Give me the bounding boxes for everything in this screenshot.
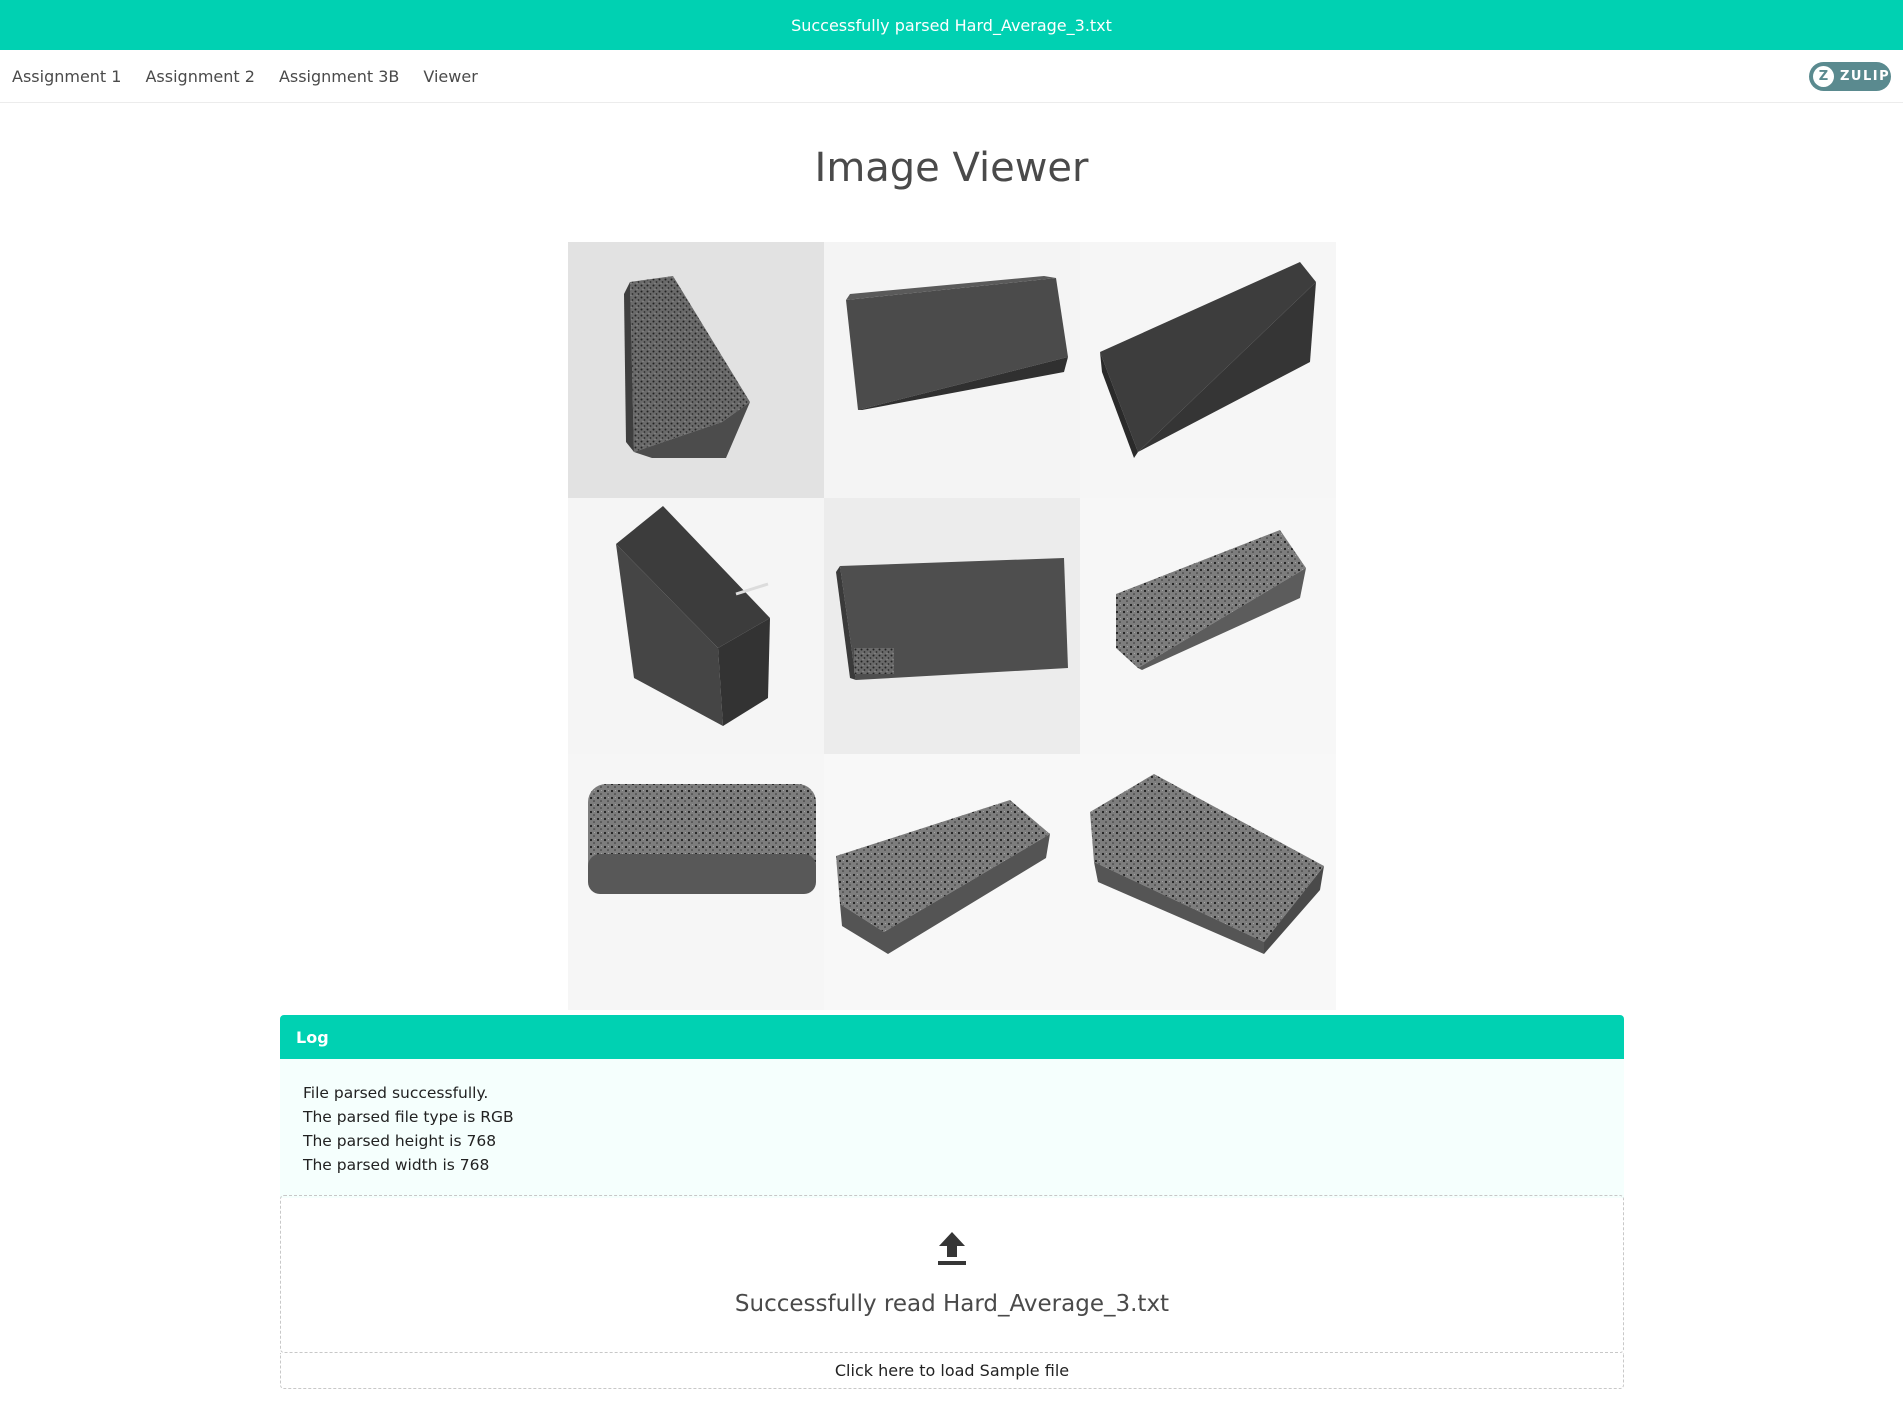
zulip-label: ZULIP xyxy=(1840,69,1891,84)
brick-image xyxy=(568,242,824,498)
image-tile xyxy=(824,242,1080,498)
log-line: The parsed file type is RGB xyxy=(303,1108,514,1126)
log-header: Log xyxy=(280,1015,1624,1059)
upload-arrow-icon xyxy=(938,1232,966,1265)
brick-image xyxy=(1080,754,1336,1010)
brick-image xyxy=(824,498,1080,754)
zulip-badge[interactable]: Z ZULIP xyxy=(1809,62,1891,91)
image-tile xyxy=(824,754,1080,1010)
image-tile xyxy=(824,498,1080,754)
success-toast: Successfully parsed Hard_Average_3.txt xyxy=(0,0,1903,50)
page-title: Image Viewer xyxy=(814,145,1089,191)
toast-message: Successfully parsed Hard_Average_3.txt xyxy=(791,15,1112,35)
brick-image xyxy=(1080,242,1336,498)
image-grid xyxy=(568,242,1336,1010)
log-body: File parsed successfully. The parsed fil… xyxy=(280,1059,1624,1198)
brick-image xyxy=(824,754,1080,1010)
log-line: File parsed successfully. xyxy=(303,1084,489,1102)
nav-item-assignment-3b[interactable]: Assignment 3B xyxy=(279,67,399,86)
nav-item-viewer[interactable]: Viewer xyxy=(423,67,477,86)
brick-image xyxy=(568,498,824,754)
log-line: The parsed width is 768 xyxy=(303,1156,490,1174)
nav-item-assignment-2[interactable]: Assignment 2 xyxy=(145,67,254,86)
file-drop-zone[interactable]: Successfully read Hard_Average_3.txt xyxy=(280,1195,1624,1353)
image-tile xyxy=(1080,754,1336,1010)
brick-image xyxy=(824,242,1080,498)
brick-image xyxy=(568,754,824,1010)
image-tile xyxy=(1080,498,1336,754)
upload-status-text: Successfully read Hard_Average_3.txt xyxy=(734,1291,1170,1317)
log-line: The parsed height is 768 xyxy=(303,1132,497,1150)
top-navbar: Assignment 1 Assignment 2 Assignment 3B … xyxy=(0,50,1903,103)
image-tile xyxy=(568,754,824,1010)
image-tile xyxy=(568,498,824,754)
log-panel: Log File parsed successfully. The parsed… xyxy=(280,1015,1624,1198)
image-tile xyxy=(568,242,824,498)
brick-image xyxy=(1080,498,1336,754)
image-tile xyxy=(1080,242,1336,498)
nav-item-assignment-1[interactable]: Assignment 1 xyxy=(12,67,121,86)
zulip-logo-icon: Z xyxy=(1813,66,1834,87)
load-sample-file-link[interactable]: Click here to load Sample file xyxy=(280,1353,1624,1389)
